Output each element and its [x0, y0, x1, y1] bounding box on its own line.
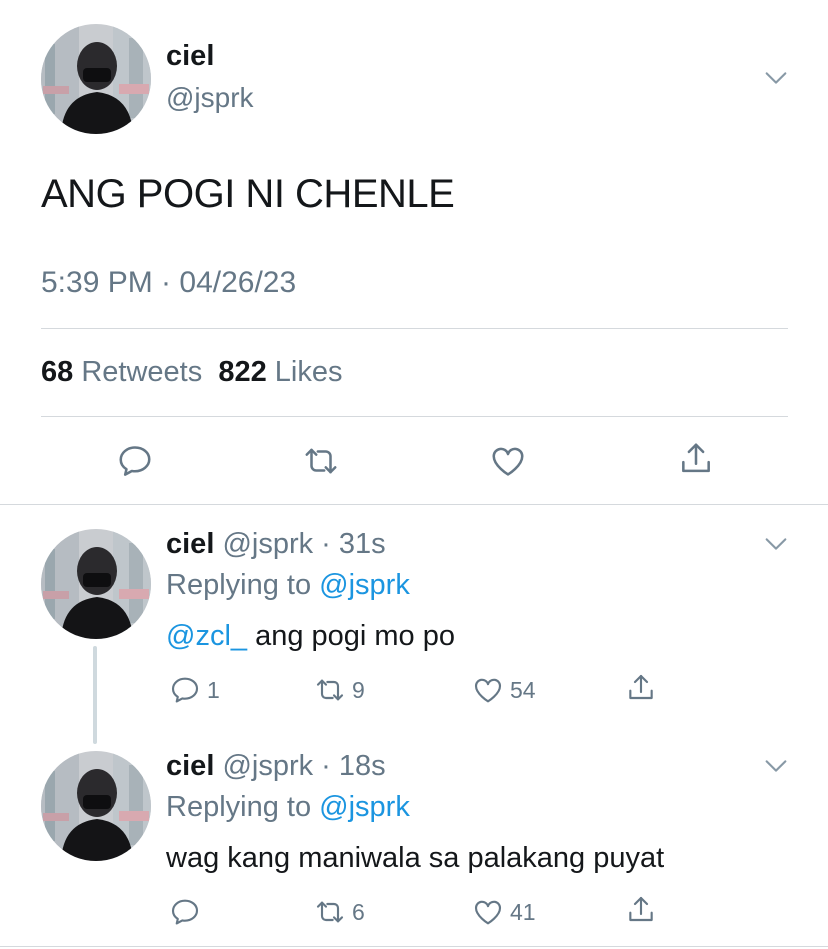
author-handle-time[interactable]: @jsprk · 31s — [222, 528, 385, 560]
share-icon[interactable] — [677, 440, 715, 478]
author-name[interactable]: ciel — [166, 528, 214, 560]
reply-header: ciel @jsprk · 31s — [166, 528, 386, 561]
replying-prefix: Replying to — [166, 569, 312, 601]
replying-to: Replying to @jsprk — [166, 569, 410, 602]
reply-button[interactable] — [169, 896, 201, 928]
retweets-label[interactable]: Retweets — [81, 356, 202, 388]
reply-body: ang pogi mo po — [247, 620, 455, 652]
chevron-down-icon[interactable] — [762, 530, 790, 558]
replying-handle[interactable]: @jsprk — [319, 791, 410, 823]
share-button[interactable] — [625, 672, 657, 704]
share-button[interactable] — [625, 894, 657, 926]
replying-prefix: Replying to — [166, 791, 312, 823]
reply-count: 1 — [207, 676, 220, 703]
retweet-icon[interactable] — [302, 442, 340, 480]
retweet-icon — [314, 674, 346, 706]
author-name[interactable]: ciel — [166, 40, 214, 73]
reply-icon[interactable] — [116, 442, 154, 480]
like-count: 41 — [510, 898, 536, 925]
divider — [0, 504, 828, 505]
like-icon — [472, 674, 504, 706]
divider — [0, 946, 828, 947]
author-name[interactable]: ciel — [166, 750, 214, 782]
chevron-down-icon[interactable] — [762, 64, 790, 92]
retweet-count: 6 — [352, 898, 365, 925]
likes-label[interactable]: Likes — [275, 356, 343, 388]
like-icon — [472, 896, 504, 928]
share-icon — [625, 894, 657, 926]
reply-button[interactable]: 1 — [169, 674, 220, 706]
reply-icon — [169, 896, 201, 928]
reply-text: wag kang maniwala sa palakang puyat — [166, 842, 665, 874]
mention-link[interactable]: @zcl_ — [166, 620, 247, 652]
retweet-icon — [314, 896, 346, 928]
tweet-text: ANG POGI NI CHENLE — [41, 172, 455, 216]
tweet-timestamp[interactable]: 5:39 PM · 04/26/23 — [41, 266, 296, 300]
replying-to: Replying to @jsprk — [166, 791, 410, 824]
like-button[interactable]: 54 — [472, 674, 536, 706]
reply-icon — [169, 674, 201, 706]
author-handle[interactable]: @jsprk — [166, 82, 254, 114]
divider — [41, 328, 788, 329]
tweet-stats: 68 Retweets 822 Likes — [41, 356, 343, 389]
avatar[interactable] — [41, 24, 151, 134]
like-button[interactable]: 41 — [472, 896, 536, 928]
retweet-button[interactable]: 6 — [314, 896, 365, 928]
avatar[interactable] — [41, 529, 151, 639]
avatar[interactable] — [41, 751, 151, 861]
retweet-button[interactable]: 9 — [314, 674, 365, 706]
divider — [41, 416, 788, 417]
replying-handle[interactable]: @jsprk — [319, 569, 410, 601]
chevron-down-icon[interactable] — [762, 752, 790, 780]
like-icon[interactable] — [489, 442, 527, 480]
reply-header: ciel @jsprk · 18s — [166, 750, 386, 783]
retweets-count[interactable]: 68 — [41, 356, 73, 388]
share-icon — [625, 672, 657, 704]
thread-line — [93, 646, 97, 744]
retweet-count: 9 — [352, 676, 365, 703]
author-handle-time[interactable]: @jsprk · 18s — [222, 750, 385, 782]
like-count: 54 — [510, 676, 536, 703]
likes-count[interactable]: 822 — [218, 356, 266, 388]
reply-text: @zcl_ ang pogi mo po — [166, 620, 455, 653]
